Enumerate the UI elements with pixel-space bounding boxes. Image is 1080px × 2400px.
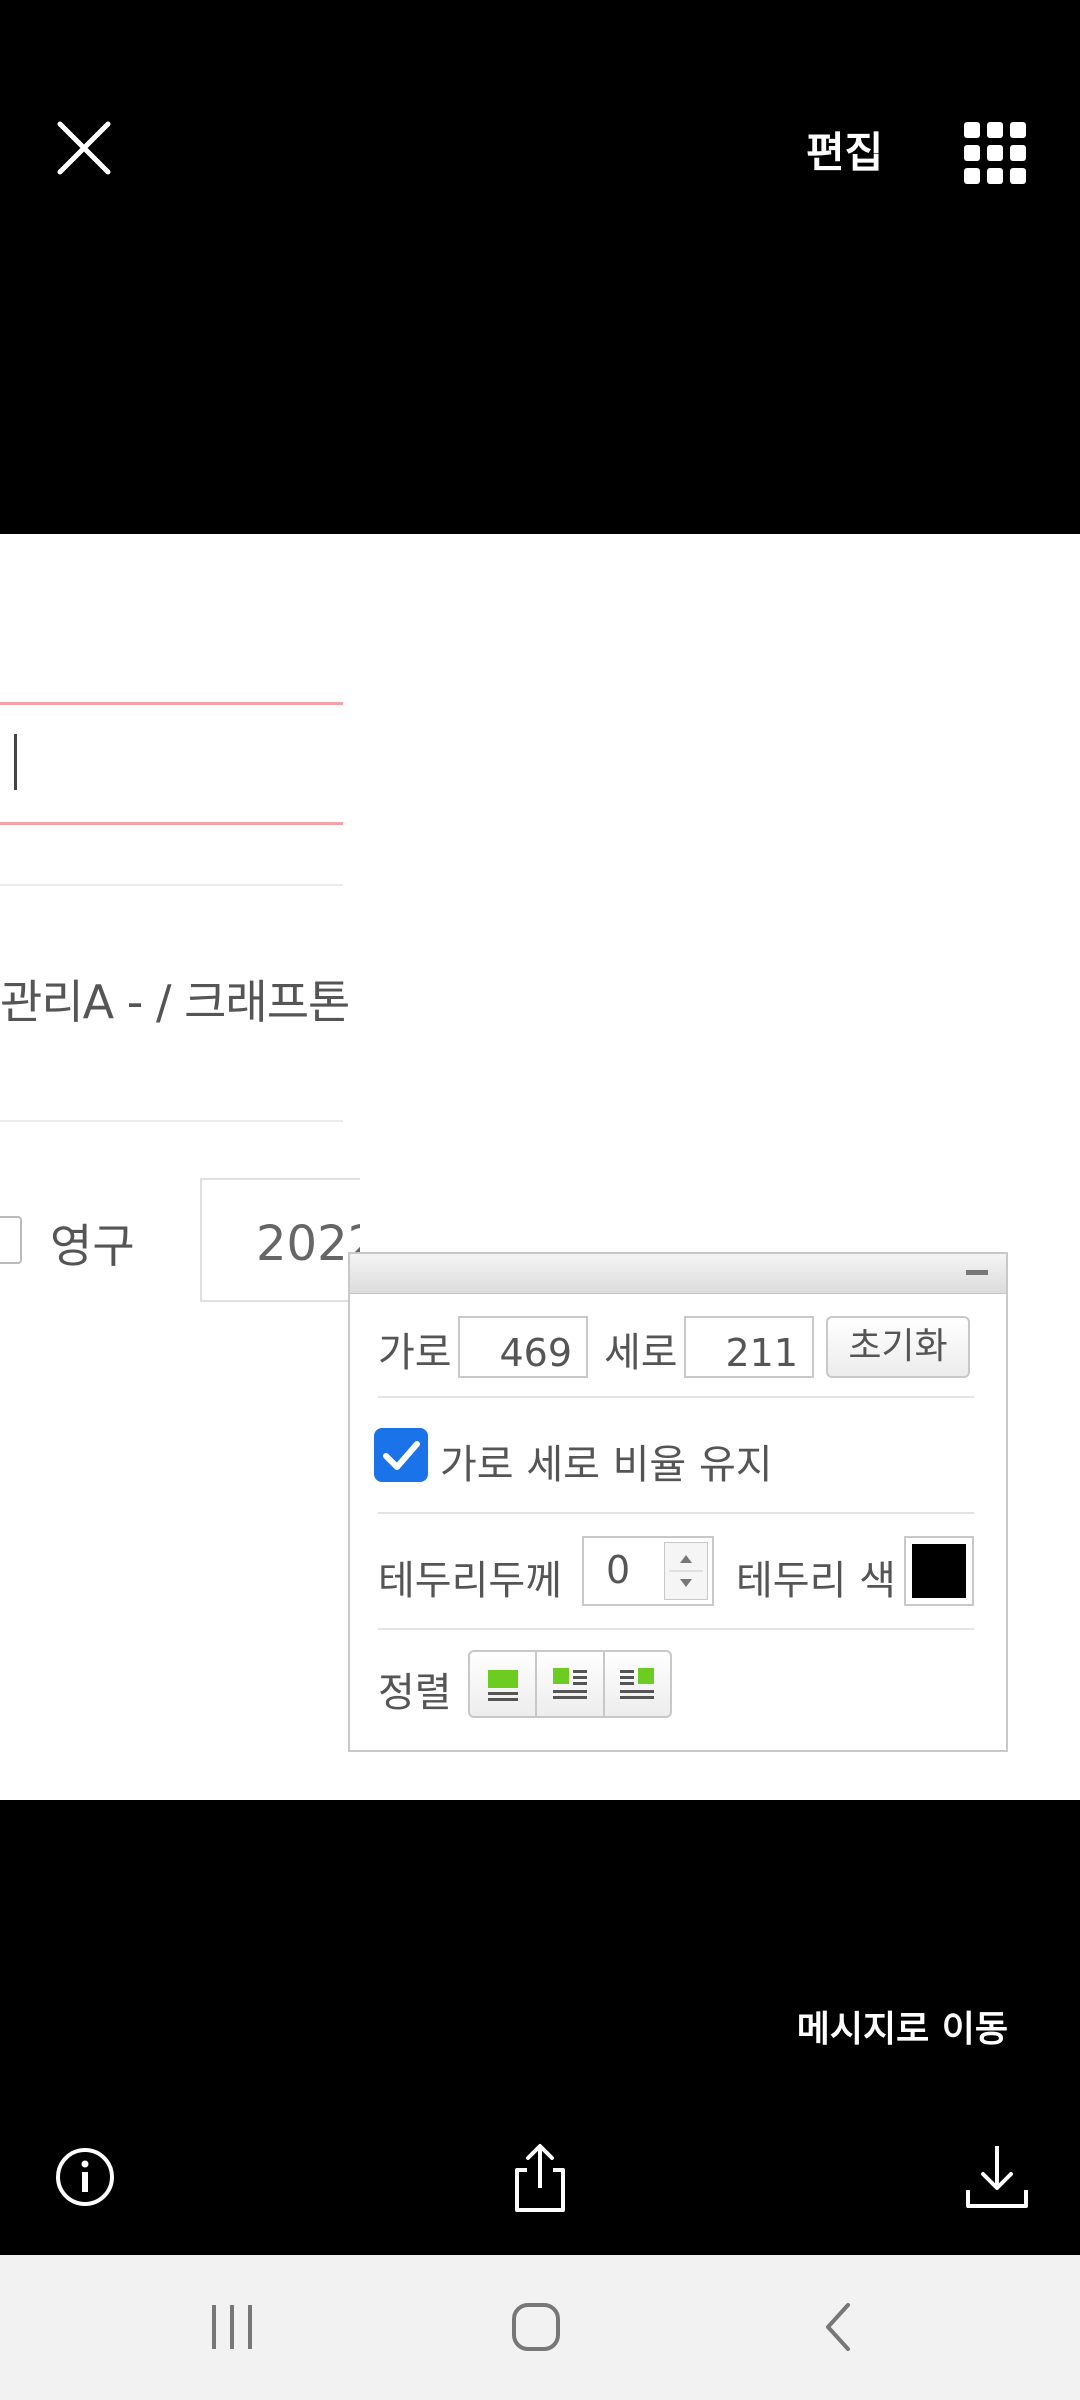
row-divider [0, 1120, 343, 1122]
date-field: 2022 [200, 1178, 360, 1302]
image-properties-dialog: 가로 469 세로 211 초기화 가로 세로 비율 유지 테두리두께 0 테두… [348, 1252, 1008, 1752]
close-icon [57, 121, 111, 175]
grid-menu-icon [964, 122, 1026, 184]
keep-ratio-checkbox [374, 1428, 428, 1482]
home-icon [512, 2303, 560, 2351]
align-left-icon [487, 1670, 518, 1701]
align-right-icon [620, 1668, 655, 1699]
date-value: 2022 [256, 1216, 360, 1272]
border-width-stepper: 0 [582, 1536, 714, 1606]
recent-apps-button[interactable] [208, 2301, 258, 2357]
width-label: 가로 [378, 1330, 452, 1376]
back-button[interactable] [818, 2301, 858, 2357]
grid-menu-button[interactable] [962, 120, 1028, 186]
input-top-border [0, 702, 343, 705]
back-icon [826, 2303, 850, 2351]
height-input: 211 [684, 1316, 814, 1378]
align-center-icon [552, 1668, 587, 1699]
minimize-icon [966, 1270, 988, 1275]
share-button[interactable] [505, 2140, 575, 2214]
keep-ratio-label: 가로 세로 비율 유지 [440, 1442, 773, 1488]
border-color-swatch [904, 1536, 974, 1606]
text-caret [14, 734, 17, 790]
download-button[interactable] [962, 2140, 1032, 2214]
dialog-separator [378, 1628, 974, 1630]
category-path-text: 관리A - / 크래프톤 [0, 975, 350, 1029]
border-width-label: 테두리두께 [378, 1558, 562, 1604]
row-divider [0, 884, 343, 886]
reset-button: 초기화 [826, 1316, 970, 1378]
border-width-value: 0 [606, 1548, 631, 1592]
home-button[interactable] [510, 2301, 562, 2357]
permanent-checkbox [0, 1216, 22, 1264]
viewer-top-bar: 편집 [0, 0, 1080, 534]
info-icon [56, 2148, 114, 2206]
checkmark-icon [383, 1441, 420, 1470]
width-input: 469 [458, 1316, 588, 1378]
close-button[interactable] [48, 112, 120, 184]
screenshot-image: 관리A - / 크래프톤 영구 2022 가로 469 세로 211 초기화 가… [0, 534, 1080, 1800]
dialog-separator [378, 1512, 974, 1514]
dialog-separator [378, 1396, 974, 1398]
info-button[interactable] [50, 2140, 120, 2214]
border-color-fill [912, 1544, 966, 1598]
align-right-button [605, 1652, 670, 1716]
go-to-message-button[interactable]: 메시지로 이동 [797, 2000, 1008, 2052]
permanent-label: 영구 [50, 1219, 135, 1273]
stepper-arrow-icon [669, 1555, 703, 1587]
download-icon [966, 2146, 1028, 2208]
align-label: 정렬 [378, 1670, 452, 1716]
system-navigation-bar [0, 2255, 1080, 2400]
dialog-title-bar [350, 1254, 1006, 1294]
input-bottom-border [0, 822, 343, 825]
align-left-button [470, 1652, 538, 1716]
share-icon [515, 2144, 565, 2212]
border-color-label: 테두리 색 [736, 1558, 896, 1604]
recent-apps-icon [212, 2305, 252, 2349]
align-button-group [468, 1650, 672, 1718]
edit-button[interactable]: 편집 [806, 118, 883, 188]
height-label: 세로 [604, 1330, 678, 1376]
align-center-button [537, 1652, 605, 1716]
stepper-arrows [664, 1542, 708, 1600]
